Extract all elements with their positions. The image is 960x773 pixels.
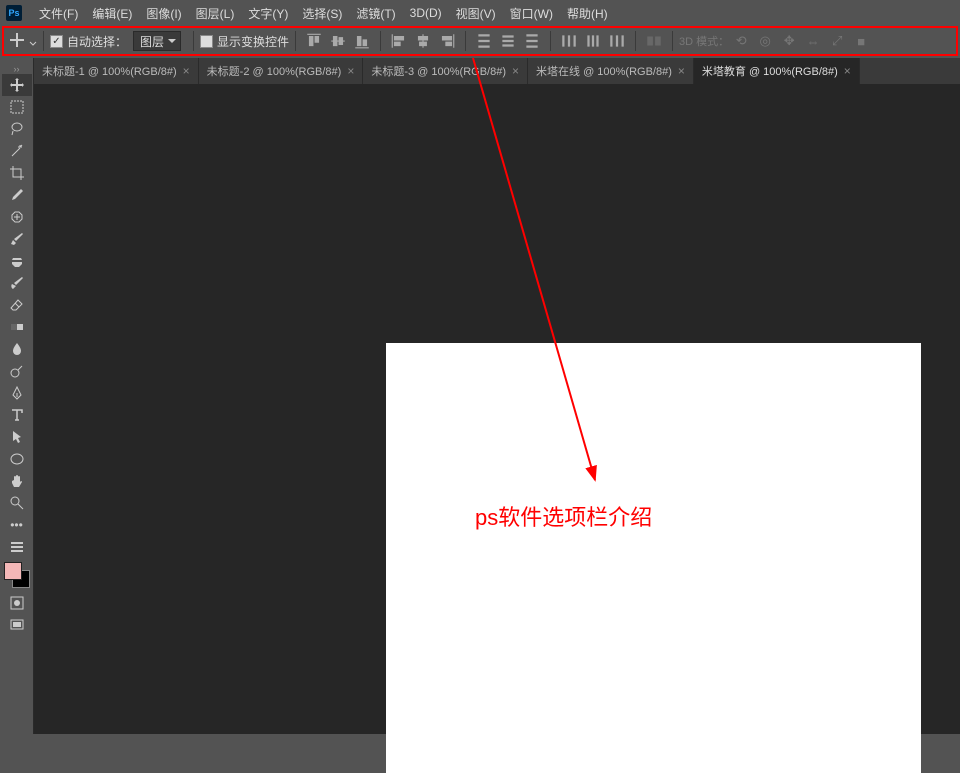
crop-tool[interactable] xyxy=(2,162,32,184)
tab-label: 未标题-3 @ 100%(RGB/8#) xyxy=(371,63,506,79)
layer-dropdown-value: 图层 xyxy=(140,33,164,50)
text-tool[interactable] xyxy=(2,404,32,426)
path-select-tool[interactable] xyxy=(2,426,32,448)
auto-align-icon xyxy=(645,32,663,50)
3d-scale-icon: ⤢ xyxy=(828,32,846,50)
marquee-tool[interactable] xyxy=(2,96,32,118)
menu-edit[interactable]: 编辑(E) xyxy=(85,0,139,26)
clone-stamp-tool[interactable] xyxy=(2,250,32,272)
tab-label: 米塔在线 @ 100%(RGB/8#) xyxy=(536,63,672,79)
spot-heal-tool[interactable] xyxy=(2,206,32,228)
3d-slide-icon: ⇔ xyxy=(804,32,822,50)
screen-mode-tool[interactable] xyxy=(2,614,32,636)
distribute-hcenter-icon[interactable] xyxy=(584,32,602,50)
close-icon[interactable]: × xyxy=(678,64,685,78)
lasso-tool[interactable] xyxy=(2,118,32,140)
separator xyxy=(295,31,296,51)
eraser-tool[interactable] xyxy=(2,294,32,316)
distribute-vcenter-icon[interactable] xyxy=(499,32,517,50)
close-icon[interactable]: × xyxy=(347,64,354,78)
menu-layer[interactable]: 图层(L) xyxy=(189,0,242,26)
brush-tool[interactable] xyxy=(2,228,32,250)
history-brush-tool[interactable] xyxy=(2,272,32,294)
quick-mask-tool[interactable] xyxy=(2,592,32,614)
auto-select-label: 自动选择： xyxy=(67,33,127,50)
menu-file[interactable]: 文件(F) xyxy=(32,0,85,26)
dodge-tool[interactable] xyxy=(2,360,32,382)
menu-filter[interactable]: 滤镜(T) xyxy=(349,0,402,26)
separator xyxy=(43,31,44,51)
3d-pan-icon: ✥ xyxy=(780,32,798,50)
mode-3d-label: 3D 模式： xyxy=(679,33,729,49)
tab-label: 未标题-1 @ 100%(RGB/8#) xyxy=(42,63,177,79)
separator xyxy=(635,31,636,51)
color-swatches[interactable] xyxy=(4,562,30,588)
gradient-tool[interactable] xyxy=(2,316,32,338)
close-icon[interactable]: × xyxy=(512,64,519,78)
move-tool-icon[interactable] xyxy=(10,33,26,49)
close-icon[interactable]: × xyxy=(844,64,851,78)
pen-tool[interactable] xyxy=(2,382,32,404)
menu-bar: Ps 文件(F) 编辑(E) 图像(I) 图层(L) 文字(Y) 选择(S) 滤… xyxy=(0,0,960,26)
tab-doc-3[interactable]: 未标题-3 @ 100%(RGB/8#) × xyxy=(363,58,528,84)
menu-select[interactable]: 选择(S) xyxy=(295,0,349,26)
main-area: ›› ••• 未标题-1 @ 100%(RGB/8#)× 未 xyxy=(0,58,960,734)
blur-tool[interactable] xyxy=(2,338,32,360)
canvas[interactable] xyxy=(386,343,921,773)
eyedropper-tool[interactable] xyxy=(2,184,32,206)
align-left-icon[interactable] xyxy=(390,32,408,50)
menu-3d[interactable]: 3D(D) xyxy=(403,0,449,26)
toolbox-grip-icon[interactable]: ›› xyxy=(0,64,33,74)
foreground-swatch[interactable] xyxy=(4,562,22,580)
menu-window[interactable]: 窗口(W) xyxy=(503,0,560,26)
hand-tool[interactable] xyxy=(2,470,32,492)
layer-dropdown[interactable]: 图层 xyxy=(133,31,181,51)
tab-label: 米塔教育 @ 100%(RGB/8#) xyxy=(702,63,838,79)
3d-roll-icon: ◎ xyxy=(756,32,774,50)
chevron-down-icon[interactable] xyxy=(29,37,37,45)
align-hcenter-icon[interactable] xyxy=(414,32,432,50)
separator xyxy=(465,31,466,51)
align-vcenter-icon[interactable] xyxy=(329,32,347,50)
3d-orbit-icon: ⟲ xyxy=(732,32,750,50)
menu-view[interactable]: 视图(V) xyxy=(449,0,503,26)
show-transform-checkbox[interactable] xyxy=(200,35,213,48)
separator xyxy=(550,31,551,51)
close-icon[interactable]: × xyxy=(183,64,190,78)
document-tabs: 未标题-1 @ 100%(RGB/8#) × 未标题-2 @ 100%(RGB/8… xyxy=(34,58,960,84)
menu-image[interactable]: 图像(I) xyxy=(139,0,188,26)
ps-logo-icon: Ps xyxy=(6,5,22,21)
zoom-tool[interactable] xyxy=(2,492,32,514)
tab-doc-4[interactable]: 米塔在线 @ 100%(RGB/8#) × xyxy=(528,58,694,84)
workspace: 未标题-1 @ 100%(RGB/8#) × 未标题-2 @ 100%(RGB/8… xyxy=(34,58,960,734)
shape-tool[interactable] xyxy=(2,448,32,470)
tab-doc-2[interactable]: 未标题-2 @ 100%(RGB/8#) × xyxy=(199,58,364,84)
distribute-right-icon[interactable] xyxy=(608,32,626,50)
show-transform-label: 显示变换控件 xyxy=(217,33,289,50)
menu-type[interactable]: 文字(Y) xyxy=(241,0,295,26)
separator xyxy=(380,31,381,51)
more-tools-icon[interactable]: ••• xyxy=(0,518,33,532)
align-right-icon[interactable] xyxy=(438,32,456,50)
tab-label: 未标题-2 @ 100%(RGB/8#) xyxy=(207,63,342,79)
annotation-text: ps软件选项栏介绍 xyxy=(475,500,652,532)
distribute-left-icon[interactable] xyxy=(560,32,578,50)
align-bottom-icon[interactable] xyxy=(353,32,371,50)
separator xyxy=(193,31,194,51)
separator xyxy=(672,31,673,51)
options-bar: 自动选择： 图层 显示变换控件 3D 模式： ⟲ ◎ ✥ ⇔ ⤢ ■ xyxy=(2,26,958,56)
align-top-icon[interactable] xyxy=(305,32,323,50)
toolbox: ›› ••• xyxy=(0,58,34,734)
auto-select-checkbox[interactable] xyxy=(50,35,63,48)
tab-doc-5[interactable]: 米塔教育 @ 100%(RGB/8#) × xyxy=(694,58,860,84)
3d-camera-icon: ■ xyxy=(852,32,870,50)
tab-doc-1[interactable]: 未标题-1 @ 100%(RGB/8#) × xyxy=(34,58,199,84)
edit-toolbar-tool[interactable] xyxy=(2,536,32,558)
menu-help[interactable]: 帮助(H) xyxy=(560,0,615,26)
distribute-top-icon[interactable] xyxy=(475,32,493,50)
magic-wand-tool[interactable] xyxy=(2,140,32,162)
distribute-bottom-icon[interactable] xyxy=(523,32,541,50)
move-tool[interactable] xyxy=(2,74,32,96)
